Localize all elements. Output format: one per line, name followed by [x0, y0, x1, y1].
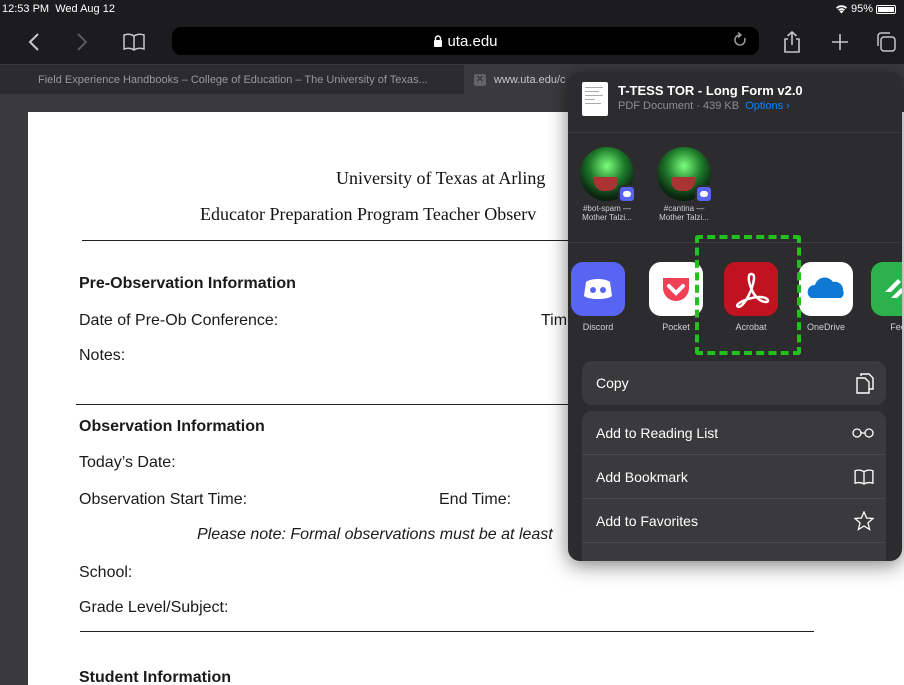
discord-badge-icon — [695, 185, 713, 203]
wifi-icon — [835, 5, 847, 14]
discord-icon — [571, 262, 625, 316]
avatar — [580, 147, 636, 203]
share-header: T-TESS TOR - Long Form v2.0 PDF Document… — [568, 72, 902, 132]
safari-window: 12:53 PM Wed Aug 12 95% uta.edu Field Ex… — [0, 0, 904, 685]
notes-label: Notes: — [79, 347, 126, 364]
student-information-heading: Student Information — [79, 669, 231, 685]
copy-icon — [856, 361, 874, 410]
battery-percent: 95% — [850, 3, 873, 15]
book-icon — [854, 455, 874, 501]
divider — [76, 404, 622, 405]
shared-document-title: T-TESS TOR - Long Form v2.0 — [618, 83, 803, 98]
end-time-label: End Time: — [439, 491, 512, 508]
book-icon — [123, 33, 145, 51]
reload-icon — [734, 31, 746, 46]
battery-icon — [876, 4, 896, 14]
close-tab-icon[interactable]: ✕ — [474, 74, 486, 86]
actions-group: Add to Reading List Add Bookmark Add to … — [582, 411, 886, 561]
divider — [568, 132, 902, 133]
url-text: uta.edu — [447, 32, 498, 50]
plus-icon — [832, 34, 848, 50]
pre-ob-date-label: Date of Pre-Ob Conference: — [79, 312, 279, 329]
app-onedrive[interactable]: OneDrive — [796, 262, 856, 332]
lock-icon — [434, 35, 443, 47]
tabs-overview-button[interactable] — [872, 28, 900, 56]
formal-observation-note: Please note: Formal observations must be… — [197, 526, 553, 543]
bookmarks-button[interactable] — [120, 28, 148, 56]
chevron-left-icon — [28, 33, 39, 51]
observation-heading: Observation Information — [79, 418, 265, 435]
browser-toolbar: uta.edu — [0, 20, 904, 64]
pre-ob-time-label: Tim — [541, 312, 568, 329]
tab-label: www.uta.edu/c — [494, 74, 566, 86]
new-tab-button[interactable] — [826, 28, 854, 56]
copy-group: Copy — [582, 361, 886, 405]
start-time-label: Observation Start Time: — [79, 491, 248, 508]
app-feedly[interactable]: Fee — [868, 262, 902, 332]
doc-title-program: Educator Preparation Program Teacher Obs… — [200, 204, 537, 224]
more-action-partial[interactable] — [582, 543, 886, 561]
tabs-icon — [877, 32, 896, 52]
back-button[interactable] — [20, 28, 48, 56]
address-bar[interactable]: uta.edu — [172, 27, 759, 55]
star-icon — [853, 499, 875, 547]
copy-action[interactable]: Copy — [582, 361, 886, 405]
chevron-right-icon — [77, 33, 88, 51]
pre-observation-heading: Pre-Observation Information — [79, 275, 296, 292]
share-sheet: T-TESS TOR - Long Form v2.0 PDF Document… — [568, 72, 902, 561]
today-date-label: Today’s Date: — [79, 454, 176, 471]
status-time: 12:53 PM Wed Aug 12 — [2, 3, 115, 15]
status-bar: 12:53 PM Wed Aug 12 95% — [0, 0, 904, 20]
share-button[interactable] — [778, 28, 806, 56]
contact-bot-spam[interactable]: #bot-spam — Mother Talzi... — [575, 147, 639, 222]
school-label: School: — [79, 564, 133, 581]
divider — [82, 240, 622, 241]
reload-button[interactable] — [733, 31, 747, 52]
doc-title-university: University of Texas at Arling — [336, 168, 546, 188]
shared-document-meta: PDF Document · 439 KB Options › — [618, 100, 790, 112]
onedrive-icon — [799, 262, 853, 316]
options-link[interactable]: Options › — [745, 100, 790, 112]
discord-badge-icon — [618, 185, 636, 203]
add-to-favorites-action[interactable]: Add to Favorites — [582, 499, 886, 543]
add-to-reading-list-action[interactable]: Add to Reading List — [582, 411, 886, 455]
divider — [80, 631, 814, 632]
feedly-icon — [871, 262, 902, 316]
grade-level-label: Grade Level/Subject: — [79, 599, 229, 616]
status-right: 95% — [835, 3, 896, 15]
share-icon — [784, 31, 800, 53]
glasses-icon — [852, 411, 874, 455]
forward-button[interactable] — [68, 28, 96, 56]
app-discord[interactable]: Discord — [568, 262, 628, 332]
tab-field-experience[interactable]: Field Experience Handbooks – College of … — [0, 65, 464, 95]
contact-cantina[interactable]: #cantina — Mother Talzi... — [652, 147, 716, 222]
add-bookmark-action[interactable]: Add Bookmark — [582, 455, 886, 499]
avatar — [657, 147, 713, 203]
acrobat-highlight-box — [695, 235, 801, 355]
pdf-thumbnail — [582, 82, 608, 116]
